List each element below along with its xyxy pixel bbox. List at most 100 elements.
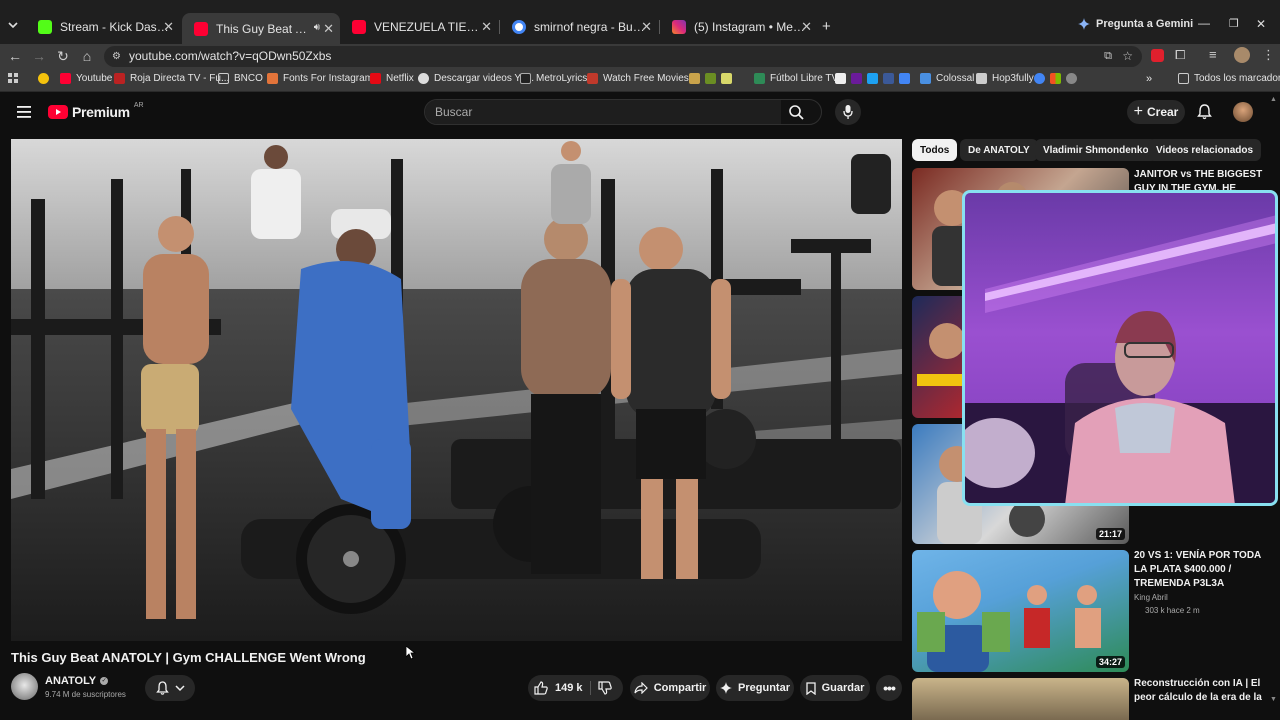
mouse-cursor [406, 646, 416, 660]
like-icon [534, 681, 548, 695]
bookmarks-bar: Youtube Roja Directa TV - Fu... BNCO Fon… [0, 68, 1280, 92]
bell-icon[interactable] [1197, 104, 1212, 120]
chip-all[interactable]: Todos [912, 139, 958, 161]
youtube-icon [352, 20, 366, 34]
like-button[interactable]: 149 k [534, 681, 583, 695]
youtube-header: Premium AR + Crear [0, 94, 1280, 134]
instagram-icon [672, 20, 686, 34]
bookmark-icon [805, 681, 816, 695]
chevron-down-icon [174, 685, 185, 692]
mic-icon[interactable] [835, 99, 861, 125]
close-tab-icon[interactable]: ✕ [323, 21, 334, 37]
media-control-icon[interactable]: ≡ [1209, 47, 1217, 62]
more-actions-button[interactable]: ••• [876, 675, 902, 701]
chip-vladimir[interactable]: Vladimir Shmondenko [1035, 139, 1157, 161]
ask-button[interactable]: Preguntar [716, 675, 794, 701]
channel-name-link[interactable]: ANATOLY ✓ [45, 675, 109, 687]
video-player[interactable] [11, 139, 902, 641]
bookmark-misc[interactable] [689, 73, 737, 84]
bookmark-icons-group[interactable] [835, 73, 915, 84]
profile-avatar[interactable] [1234, 47, 1250, 63]
audio-icon[interactable]: 🔊︎ [314, 22, 320, 33]
browser-tab[interactable]: VENEZUELA TIEMBLA: dentro d ✕ [340, 16, 498, 38]
chip-related[interactable]: Videos relacionados [1148, 139, 1262, 161]
restore-button[interactable]: ❐ [1229, 17, 1239, 30]
back-button[interactable]: ← [7, 48, 23, 64]
google-icon [512, 20, 526, 34]
site-info-icon[interactable]: ⚙ [112, 46, 121, 67]
folder-icon [218, 73, 229, 84]
notifications-button[interactable] [145, 675, 195, 701]
browser-tab[interactable]: Stream - Kick Dashboard ✕ [26, 16, 180, 38]
bookmark-colossal[interactable]: Colossal [920, 73, 974, 84]
channel-avatar[interactable] [11, 673, 38, 700]
browser-tab-strip: Stream - Kick Dashboard ✕ This Guy Beat … [0, 0, 1280, 44]
forward-button[interactable]: → [31, 48, 47, 64]
youtube-logo-icon [48, 105, 68, 119]
bookmark-futbol-libre[interactable]: Fútbol Libre TV [754, 73, 838, 84]
bookmark-youtube[interactable]: Youtube [60, 73, 112, 84]
browser-tab[interactable]: (5) Instagram • Mensajes ✕ [660, 16, 818, 38]
related-thumbnail[interactable]: 34:27 [912, 550, 1129, 672]
close-tab-icon[interactable]: ✕ [641, 19, 652, 35]
avatar[interactable] [1233, 102, 1253, 122]
address-bar[interactable]: ⚙ youtube.com/watch?v=qODwn50Zxbs ⧉ ☆ [104, 46, 1142, 67]
new-tab-button[interactable]: + [822, 18, 831, 35]
related-title[interactable]: Reconstrucción con IA | El peor cálculo … [1134, 677, 1264, 705]
bookmark-roja-directa[interactable]: Roja Directa TV - Fu... [114, 73, 229, 84]
install-app-icon[interactable]: ⧉ [1104, 46, 1112, 67]
search-box [424, 99, 822, 125]
create-button[interactable]: + Crear [1127, 100, 1185, 124]
reload-button[interactable]: ↻ [55, 48, 71, 65]
all-bookmarks-button[interactable]: Todos los marcadores [1178, 73, 1280, 84]
bookmark-descargar[interactable]: Descargar videos Yo... [418, 73, 534, 84]
bookmark-metrolyrics[interactable]: MetroLyrics [520, 73, 587, 84]
gemini-button[interactable]: Pregunta a Gemini [1078, 18, 1193, 30]
close-window-button[interactable]: ✕ [1256, 17, 1266, 31]
emoji-bookmark-icon[interactable] [38, 73, 54, 84]
more-bookmarks-icon[interactable]: » [1146, 73, 1152, 85]
youtube-logo[interactable]: Premium AR [48, 102, 144, 120]
related-title[interactable]: 20 VS 1: VENÍA POR TODA LA PLATA $400.00… [1134, 549, 1264, 591]
apps-grid-icon[interactable] [8, 73, 19, 84]
folder-icon [1178, 73, 1189, 84]
bookmark-favicon [267, 73, 278, 84]
browser-tab-active[interactable]: This Guy Beat ANATOLY | G 🔊︎ ✕ [182, 13, 340, 44]
share-button[interactable]: Compartir [630, 675, 710, 701]
dislike-button[interactable] [598, 681, 612, 695]
close-tab-icon[interactable]: ✕ [481, 19, 492, 35]
browser-toolbar: ← → ↻ ⌂ ⚙ youtube.com/watch?v=qODwn50Zxb… [0, 44, 1280, 68]
bookmark-favicon [520, 73, 531, 84]
bookmark-watch-free[interactable]: Watch Free Movies... [587, 73, 697, 84]
home-button[interactable]: ⌂ [79, 48, 95, 64]
scroll-up-icon[interactable]: ▲ [1270, 96, 1277, 104]
tab-search-button[interactable] [6, 18, 20, 32]
bookmark-folder-bnco[interactable]: BNCO [218, 73, 263, 84]
save-button[interactable]: Guardar [800, 675, 870, 701]
like-dislike-group: 149 k [528, 675, 623, 701]
bookmark-favicon [418, 73, 429, 84]
search-input[interactable] [425, 100, 781, 124]
share-icon [634, 682, 648, 694]
dislike-icon [598, 681, 612, 695]
chip-from-channel[interactable]: De ANATOLY [960, 139, 1038, 161]
minimize-button[interactable]: — [1198, 16, 1210, 30]
bookmark-netflix[interactable]: Netflix [370, 73, 414, 84]
chrome-menu-icon[interactable]: ⋮ [1262, 47, 1275, 63]
browser-tab[interactable]: smirnof negra - Buscar con Goo ✕ [500, 16, 658, 38]
related-thumbnail[interactable] [912, 678, 1129, 720]
star-icon[interactable]: ☆ [1122, 46, 1133, 67]
chevron-down-icon [8, 22, 18, 29]
search-icon[interactable] [789, 105, 804, 120]
bookmark-icons-group-2[interactable] [1034, 73, 1082, 84]
bookmark-favicon [976, 73, 987, 84]
extensions-puzzle-icon[interactable]: ⧠ [1175, 47, 1185, 63]
extension-icon[interactable] [1151, 49, 1164, 62]
close-tab-icon[interactable]: ✕ [801, 19, 812, 35]
close-tab-icon[interactable]: ✕ [163, 19, 174, 35]
bookmark-fonts[interactable]: Fonts For Instagram... [267, 73, 381, 84]
menu-icon[interactable] [17, 106, 31, 118]
related-channel[interactable]: King Abril [1134, 591, 1168, 604]
scroll-down-icon[interactable]: ▼ [1270, 696, 1277, 704]
bookmark-hop3fully[interactable]: Hop3fully [976, 73, 1034, 84]
